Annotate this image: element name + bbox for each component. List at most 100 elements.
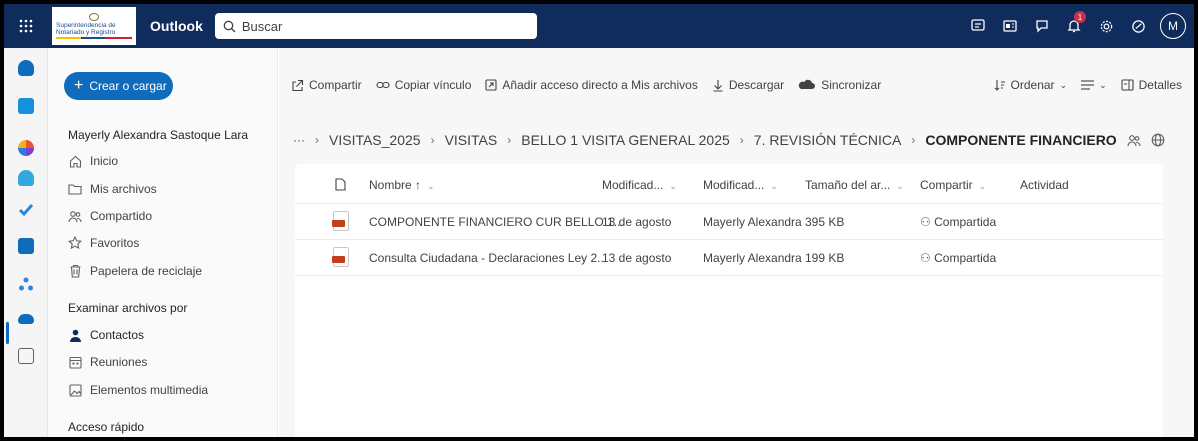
app-window: Superintendencia de Notariado y Registro… <box>4 4 1194 437</box>
breadcrumb-item[interactable]: VISITAS_2025 <box>329 132 421 148</box>
copilot-icon[interactable] <box>1122 4 1154 48</box>
logo-text: Superintendencia de Notariado y Registro <box>56 22 116 36</box>
column-header-modified[interactable]: Modificad... ⌄ <box>602 178 677 192</box>
onedrive-icon[interactable] <box>18 314 34 324</box>
sidebar: + Crear o cargar Mayerly Alexandra Sasto… <box>48 48 278 437</box>
link-icon <box>376 81 390 89</box>
image-icon <box>68 383 82 397</box>
sharing-label: Compartida <box>934 251 997 265</box>
sync-button[interactable]: Sincronizar <box>798 78 881 92</box>
nav-item-media[interactable]: Elementos multimedia <box>68 383 208 397</box>
file-size: 395 KB <box>805 215 845 229</box>
file-sharing[interactable]: ⚇ Compartida <box>920 251 996 265</box>
notification-badge: 1 <box>1074 11 1086 23</box>
feedback-icon[interactable] <box>1026 4 1058 48</box>
nav-label: Compartido <box>90 209 153 223</box>
header-label: Tamaño del ar... <box>805 178 891 192</box>
shared-people-icon[interactable] <box>1127 134 1141 147</box>
copy-link-button[interactable]: Copiar vínculo <box>376 78 472 92</box>
waffle-icon[interactable] <box>4 4 48 48</box>
top-toolbar: 1 M <box>962 4 1194 48</box>
search-box[interactable]: Buscar <box>214 13 537 39</box>
add-shortcut-button[interactable]: Añadir acceso directo a Mis archivos <box>485 78 698 92</box>
browse-heading: Examinar archivos por <box>68 301 188 315</box>
bell-icon[interactable]: 1 <box>1058 4 1090 48</box>
nav-item-shared[interactable]: Compartido <box>68 209 152 223</box>
view-options-button[interactable]: ⌄ <box>1081 80 1107 91</box>
mail-icon[interactable] <box>18 60 34 76</box>
column-header-modified-by[interactable]: Modificad... ⌄ <box>703 178 778 192</box>
chevron-down-icon: ⌄ <box>669 181 677 191</box>
globe-icon[interactable] <box>1151 133 1165 147</box>
home-icon <box>68 154 82 168</box>
nav-label: Contactos <box>90 328 145 342</box>
breadcrumb-more[interactable]: ··· <box>293 133 305 147</box>
file-type-header-icon[interactable] <box>335 178 346 194</box>
rail-selection-indicator <box>6 322 9 344</box>
table-row[interactable]: COMPONENTE FINANCIERO CUR BELLO 1... 13 … <box>295 204 1163 240</box>
sync-icon <box>799 79 816 89</box>
teams-icon[interactable] <box>962 4 994 48</box>
chevron-down-icon: ⌄ <box>770 181 778 191</box>
column-header-size[interactable]: Tamaño del ar... ⌄ <box>805 178 904 192</box>
header-label: Compartir <box>920 178 973 192</box>
download-icon <box>713 79 723 92</box>
download-button[interactable]: Descargar <box>712 78 784 92</box>
file-modified: 13 de agosto <box>602 215 672 229</box>
org-icon[interactable] <box>18 276 34 292</box>
file-modified: 13 de agosto <box>602 251 672 265</box>
file-sharing[interactable]: ⚇ Compartida <box>920 215 996 229</box>
list-view-icon <box>1081 80 1095 90</box>
file-name[interactable]: COMPONENTE FINANCIERO CUR BELLO 1... <box>369 215 624 229</box>
quick-access-heading: Acceso rápido <box>68 420 145 434</box>
nav-item-my-files[interactable]: Mis archivos <box>68 182 157 196</box>
create-upload-button[interactable]: + Crear o cargar <box>64 72 173 100</box>
people-icon: ⚇ <box>920 215 931 229</box>
copilot-app-icon[interactable] <box>18 140 34 156</box>
nav-item-meetings[interactable]: Reuniones <box>68 355 147 369</box>
column-header-name[interactable]: Nombre ↑ ⌄ <box>369 178 435 192</box>
nav-item-recycle-bin[interactable]: Papelera de reciclaje <box>68 264 202 278</box>
share-button[interactable]: Compartir <box>291 78 362 92</box>
ppt-icon <box>332 211 349 231</box>
search-icon <box>223 20 236 32</box>
chevron-right-icon: › <box>315 133 319 147</box>
todo-icon[interactable] <box>18 202 34 218</box>
calendar-icon[interactable] <box>18 98 34 114</box>
breadcrumb-item[interactable]: VISITAS <box>445 132 498 148</box>
header-label: Actividad <box>1020 178 1069 192</box>
trash-icon <box>68 264 82 278</box>
breadcrumb-item[interactable]: BELLO 1 VISITA GENERAL 2025 <box>521 132 730 148</box>
command-bar: Compartir Copiar vínculo Añadir acceso d… <box>279 70 1194 100</box>
details-button[interactable]: Detalles <box>1121 78 1182 92</box>
nav-item-contacts[interactable]: Contactos <box>68 328 144 342</box>
add-shortcut-label: Añadir acceso directo a Mis archivos <box>502 78 698 92</box>
sharing-label: Compartida <box>934 215 997 229</box>
avatar[interactable]: M <box>1160 13 1186 39</box>
app-name[interactable]: Outlook <box>150 18 203 34</box>
word-icon[interactable] <box>994 4 1026 48</box>
nav-item-home[interactable]: Inicio <box>68 154 118 168</box>
column-header-sharing[interactable]: Compartir ⌄ <box>920 178 986 192</box>
sort-label: Ordenar <box>1010 78 1055 92</box>
more-apps-icon[interactable] <box>18 348 34 364</box>
nav-label: Favoritos <box>90 236 140 250</box>
people-icon: ⚇ <box>920 251 931 265</box>
breadcrumb-item[interactable]: 7. REVISIÓN TÉCNICA <box>754 132 902 148</box>
plus-icon: + <box>74 77 84 94</box>
column-header-activity[interactable]: Actividad <box>1020 178 1069 192</box>
gear-icon[interactable] <box>1090 4 1122 48</box>
nav-item-favorites[interactable]: Favoritos <box>68 236 139 250</box>
top-bar: Superintendencia de Notariado y Registro… <box>4 4 1194 48</box>
chevron-right-icon: › <box>739 133 744 147</box>
sort-button[interactable]: Ordenar ⌄ <box>994 78 1067 92</box>
table-row[interactable]: Consulta Ciudadana - Declaraciones Ley 2… <box>295 240 1163 276</box>
notes-icon[interactable] <box>18 238 34 254</box>
nav-label: Reuniones <box>90 355 148 369</box>
file-name[interactable]: Consulta Ciudadana - Declaraciones Ley 2… <box>369 251 607 265</box>
person-icon <box>68 328 82 342</box>
people-icon[interactable] <box>18 170 34 186</box>
copy-link-label: Copiar vínculo <box>394 78 472 92</box>
file-size: 199 KB <box>805 251 845 265</box>
main-content: Compartir Copiar vínculo Añadir acceso d… <box>279 48 1194 437</box>
